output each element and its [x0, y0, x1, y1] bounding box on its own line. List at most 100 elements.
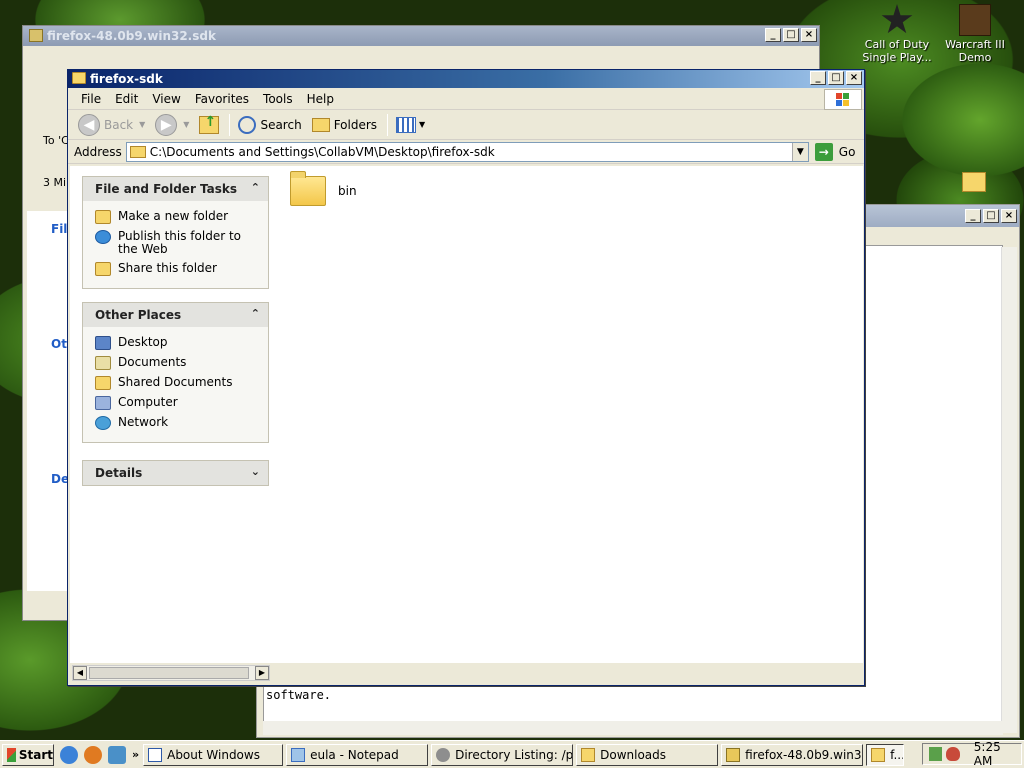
place-computer[interactable]: Computer	[95, 396, 260, 410]
network-icon	[95, 416, 111, 430]
windows-logo-icon	[824, 89, 862, 110]
minimize-button[interactable]: _	[765, 28, 781, 42]
menu-tools[interactable]: Tools	[256, 89, 300, 109]
task-firefox-sdk-archive[interactable]: firefox-48.0b9.win32.sdk	[721, 743, 864, 766]
chevron-up-icon[interactable]: ⌃	[251, 307, 260, 320]
task-make-folder[interactable]: Make a new folder	[95, 210, 260, 224]
chevron-down-icon[interactable]: ⌄	[251, 465, 260, 478]
panel-header[interactable]: Details ⌄	[83, 461, 268, 485]
horizontal-scrollbar[interactable]: ◀ ▶	[72, 665, 270, 681]
place-shared-documents[interactable]: Shared Documents	[95, 376, 260, 390]
go-label: Go	[838, 144, 856, 159]
details-panel: Details ⌄	[82, 460, 269, 486]
panel-body: Desktop Documents Shared Documents Compu…	[83, 327, 268, 442]
minimize-button[interactable]: _	[965, 209, 981, 223]
clock[interactable]: 5:25 AM	[974, 740, 1021, 768]
title-bar[interactable]: firefox-sdk _ □ ×	[68, 70, 864, 88]
folders-button[interactable]: Folders	[308, 116, 381, 134]
menu-help[interactable]: Help	[300, 89, 341, 109]
desktop-icon-call-of-duty[interactable]: Call of Duty Single Play...	[860, 4, 934, 64]
task-publish-web[interactable]: Publish this folder to the Web	[95, 230, 260, 256]
close-button[interactable]: ×	[801, 28, 817, 42]
task-notepad[interactable]: eula - Notepad	[286, 743, 429, 766]
horizontal-scrollbar[interactable]	[263, 721, 1003, 735]
task-label: Make a new folder	[118, 209, 229, 223]
place-label: Desktop	[118, 335, 168, 349]
folder-icon	[290, 171, 326, 206]
folder-icon	[581, 747, 596, 762]
back-button[interactable]: ◀ Back ▼	[74, 112, 149, 138]
place-documents[interactable]: Documents	[95, 356, 260, 370]
chevron-up-icon[interactable]: ⌃	[251, 181, 260, 194]
ie-icon[interactable]	[60, 745, 78, 764]
menu-favorites[interactable]: Favorites	[188, 89, 256, 109]
place-network[interactable]: Network	[95, 416, 260, 430]
address-input[interactable]: C:\Documents and Settings\CollabVM\Deskt…	[125, 141, 809, 162]
close-button[interactable]: ×	[1001, 209, 1017, 223]
title-bar[interactable]: firefox-48.0b9.win32.sdk _ □ ×	[23, 26, 819, 46]
panel-header[interactable]: Other Places ⌃	[83, 303, 268, 327]
folders-icon	[311, 117, 330, 132]
tray-security-shield-icon[interactable]	[946, 747, 960, 761]
vertical-scrollbar[interactable]	[1001, 247, 1017, 733]
address-value: C:\Documents and Settings\CollabVM\Deskt…	[149, 144, 495, 159]
panel-title: File and Folder Tasks	[95, 182, 238, 196]
window-title: firefox-48.0b9.win32.sdk	[47, 29, 216, 43]
views-button[interactable]: ▼	[392, 115, 429, 135]
folder-item-bin[interactable]: bin	[290, 171, 357, 206]
progress-text-fragment: To 'C	[43, 134, 69, 147]
search-button[interactable]: Search	[234, 114, 305, 136]
menu-edit[interactable]: Edit	[108, 89, 145, 109]
tray-network-icon[interactable]	[929, 747, 943, 761]
file-folder-tasks-panel: File and Folder Tasks ⌃ Make a new folde…	[82, 176, 269, 289]
windows-flag-icon	[7, 747, 16, 762]
menu-file[interactable]: File	[74, 89, 108, 109]
search-label: Search	[260, 117, 302, 132]
task-label: firefox-48.0b9.win32.sdk	[745, 747, 862, 762]
scroll-left-button[interactable]: ◀	[73, 666, 87, 680]
other-places-panel: Other Places ⌃ Desktop Documents Shared …	[82, 302, 269, 443]
address-dropdown-button[interactable]: ▼	[791, 142, 808, 161]
menu-view[interactable]: View	[145, 89, 187, 109]
folder-icon	[29, 29, 43, 42]
task-about-windows[interactable]: About Windows	[143, 743, 284, 766]
close-button[interactable]: ×	[846, 71, 862, 85]
place-desktop[interactable]: Desktop	[95, 336, 260, 350]
task-directory-listing[interactable]: Directory Listing: /pub...	[431, 743, 574, 766]
panel-header[interactable]: File and Folder Tasks ⌃	[83, 177, 268, 201]
start-button[interactable]: Start	[2, 743, 54, 766]
share-folder-icon	[95, 262, 111, 276]
go-button[interactable]: → Go	[814, 142, 856, 161]
desktop-icon	[95, 336, 111, 350]
place-label: Network	[118, 415, 169, 429]
task-downloads[interactable]: Downloads	[576, 743, 719, 766]
task-label: Directory Listing: /pub...	[455, 747, 574, 762]
firefox-icon[interactable]	[84, 745, 102, 764]
task-label: Share this folder	[118, 261, 217, 275]
scroll-thumb[interactable]	[89, 667, 249, 679]
folder-icon	[871, 747, 886, 762]
chevron-right-icon[interactable]: »	[132, 748, 139, 761]
chevron-down-icon[interactable]: ▼	[183, 120, 189, 129]
maximize-button[interactable]: □	[783, 28, 799, 42]
maximize-button[interactable]: □	[828, 71, 844, 85]
scroll-right-button[interactable]: ▶	[255, 666, 269, 680]
task-share-folder[interactable]: Share this folder	[95, 262, 260, 276]
task-firefox-sdk[interactable]: f...	[866, 743, 905, 766]
browser-icon[interactable]	[108, 745, 126, 764]
folder-icon	[72, 72, 86, 84]
chevron-down-icon[interactable]: ▼	[139, 120, 145, 129]
up-folder-button[interactable]: ↑	[195, 114, 223, 136]
up-folder-icon: ↑	[199, 114, 220, 134]
new-folder-icon	[95, 210, 111, 224]
maximize-button[interactable]: □	[983, 209, 999, 223]
folders-label: Folders	[333, 117, 378, 132]
place-label: Computer	[118, 395, 178, 409]
window-icon	[148, 747, 163, 762]
desktop-icon-warcraft[interactable]: Warcraft III Demo	[938, 4, 1012, 64]
desktop-folder-icon[interactable]	[962, 172, 986, 192]
explorer-window[interactable]: firefox-sdk _ □ × File Edit View Favorit…	[67, 69, 865, 686]
forward-button[interactable]: ▶ ▼	[151, 112, 193, 138]
folder-label: bin	[338, 184, 357, 198]
minimize-button[interactable]: _	[810, 71, 826, 85]
